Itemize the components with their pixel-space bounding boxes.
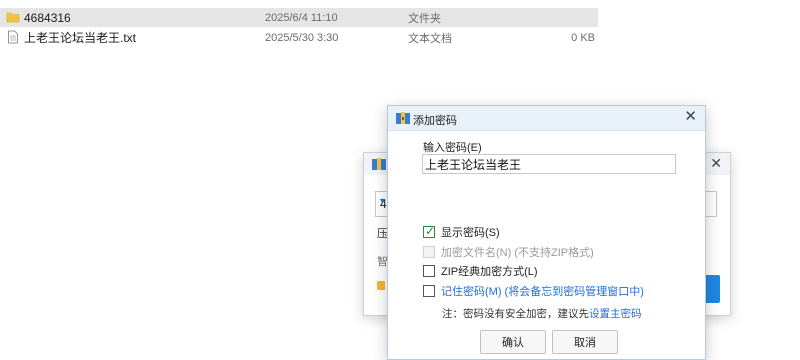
show-password-label: 显示密码(S) xyxy=(441,227,500,239)
show-password-option[interactable]: ✓ 显示密码(S) xyxy=(423,224,500,240)
archive-app-icon xyxy=(396,112,410,124)
add-password-dialog: 添加密码 ✕ 输入密码(E) ✓ 显示密码(S) 加密文件名(N) (不支持ZI… xyxy=(387,105,706,360)
zip-legacy-option[interactable]: ZIP经典加密方式(L) xyxy=(423,263,538,279)
text-file-icon xyxy=(8,30,18,44)
file-type: 文件夹 xyxy=(408,12,441,25)
dialog-title: 添加密码 xyxy=(413,115,457,127)
zip-legacy-checkbox[interactable] xyxy=(423,265,435,277)
encrypt-filenames-checkbox xyxy=(423,246,435,258)
security-note-text: 注：密码没有安全加密，建议先 xyxy=(442,308,589,320)
set-master-password-link[interactable]: 设置主密码 xyxy=(589,308,642,320)
lock-icon[interactable] xyxy=(377,281,385,290)
bg-dialog-close-icon[interactable]: ✕ xyxy=(710,155,722,172)
dialog-titlebar: 添加密码 ✕ xyxy=(388,106,705,131)
show-password-checkbox[interactable]: ✓ xyxy=(423,224,436,238)
file-name: 上老王论坛当老王.txt xyxy=(24,31,137,45)
cancel-button[interactable]: 取消 xyxy=(552,330,618,354)
folder-icon xyxy=(6,12,20,23)
zip-legacy-label: ZIP经典加密方式(L) xyxy=(441,266,538,278)
close-icon[interactable]: ✕ xyxy=(684,109,697,125)
file-date: 2025/6/4 11:10 xyxy=(265,11,338,24)
file-row-txt[interactable]: 上老王论坛当老王.txt 2025/5/30 3:30 文本文档 0 KB xyxy=(0,28,598,47)
file-name: 4684316 xyxy=(24,10,71,25)
password-input[interactable] xyxy=(422,154,676,174)
ok-button[interactable]: 确认 xyxy=(480,330,546,354)
file-type: 文本文档 xyxy=(408,32,452,45)
remember-password-option[interactable]: 记住密码(M) (将会备忘到密码管理窗口中) xyxy=(423,283,644,299)
bg-dialog-primary-button[interactable] xyxy=(704,275,720,303)
security-note: 注：密码没有安全加密，建议先设置主密码 xyxy=(442,306,642,321)
archive-app-icon xyxy=(372,158,386,170)
remember-password-label[interactable]: 记住密码(M) (将会备忘到密码管理窗口中) xyxy=(441,283,644,299)
remember-password-checkbox[interactable] xyxy=(423,285,435,297)
encrypt-filenames-label: 加密文件名(N) (不支持ZIP格式) xyxy=(441,247,594,259)
password-label: 输入密码(E) xyxy=(423,142,482,154)
file-date: 2025/5/30 3:30 xyxy=(265,31,339,44)
file-size: 0 KB xyxy=(571,31,595,44)
file-row-folder[interactable]: 4684316 2025/6/4 11:10 文件夹 xyxy=(0,8,598,27)
encrypt-filenames-option: 加密文件名(N) (不支持ZIP格式) xyxy=(423,244,594,260)
checkmark-icon: ✓ xyxy=(425,224,436,238)
